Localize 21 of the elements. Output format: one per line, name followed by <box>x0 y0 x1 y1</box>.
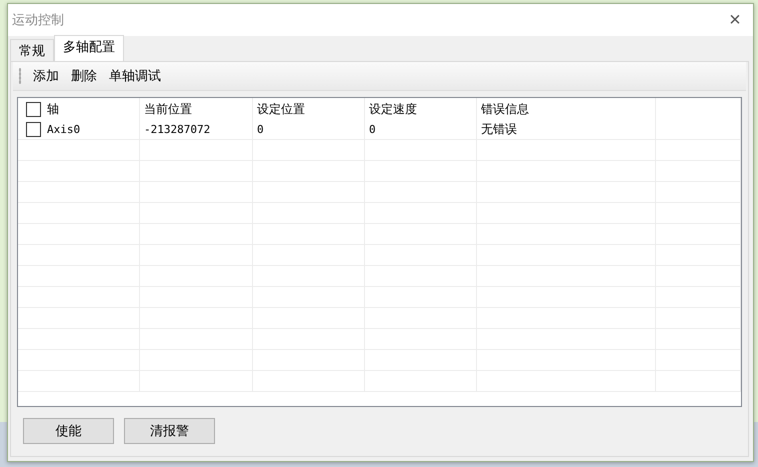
column-header[interactable]: 设定位置 <box>253 98 365 120</box>
toolbar-button[interactable]: 添加 <box>33 67 59 85</box>
action-button[interactable]: 使能 <box>23 418 114 444</box>
toolbar-button[interactable]: 删除 <box>71 67 97 85</box>
window-title: 运动控制 <box>12 12 64 29</box>
tab[interactable]: 常规 <box>10 39 54 61</box>
column-header[interactable]: 轴 <box>47 100 59 118</box>
table-cell: Axis0 <box>47 122 80 136</box>
tab[interactable]: 多轴配置 <box>54 35 124 61</box>
column-header[interactable]: 错误信息 <box>477 98 656 120</box>
toolbar-button[interactable]: 单轴调试 <box>109 67 161 85</box>
table-cell: -213287072 <box>140 119 253 140</box>
action-button[interactable]: 清报警 <box>124 418 215 444</box>
checkbox[interactable] <box>26 122 41 136</box>
column-header[interactable]: 设定速度 <box>365 98 477 120</box>
column-header[interactable]: 当前位置 <box>140 98 253 120</box>
table-cell: 0 <box>365 119 477 140</box>
checkbox[interactable] <box>26 102 41 116</box>
table-cell: 0 <box>253 119 365 140</box>
close-button[interactable]: × <box>721 10 749 30</box>
table-cell: 无错误 <box>477 119 656 140</box>
